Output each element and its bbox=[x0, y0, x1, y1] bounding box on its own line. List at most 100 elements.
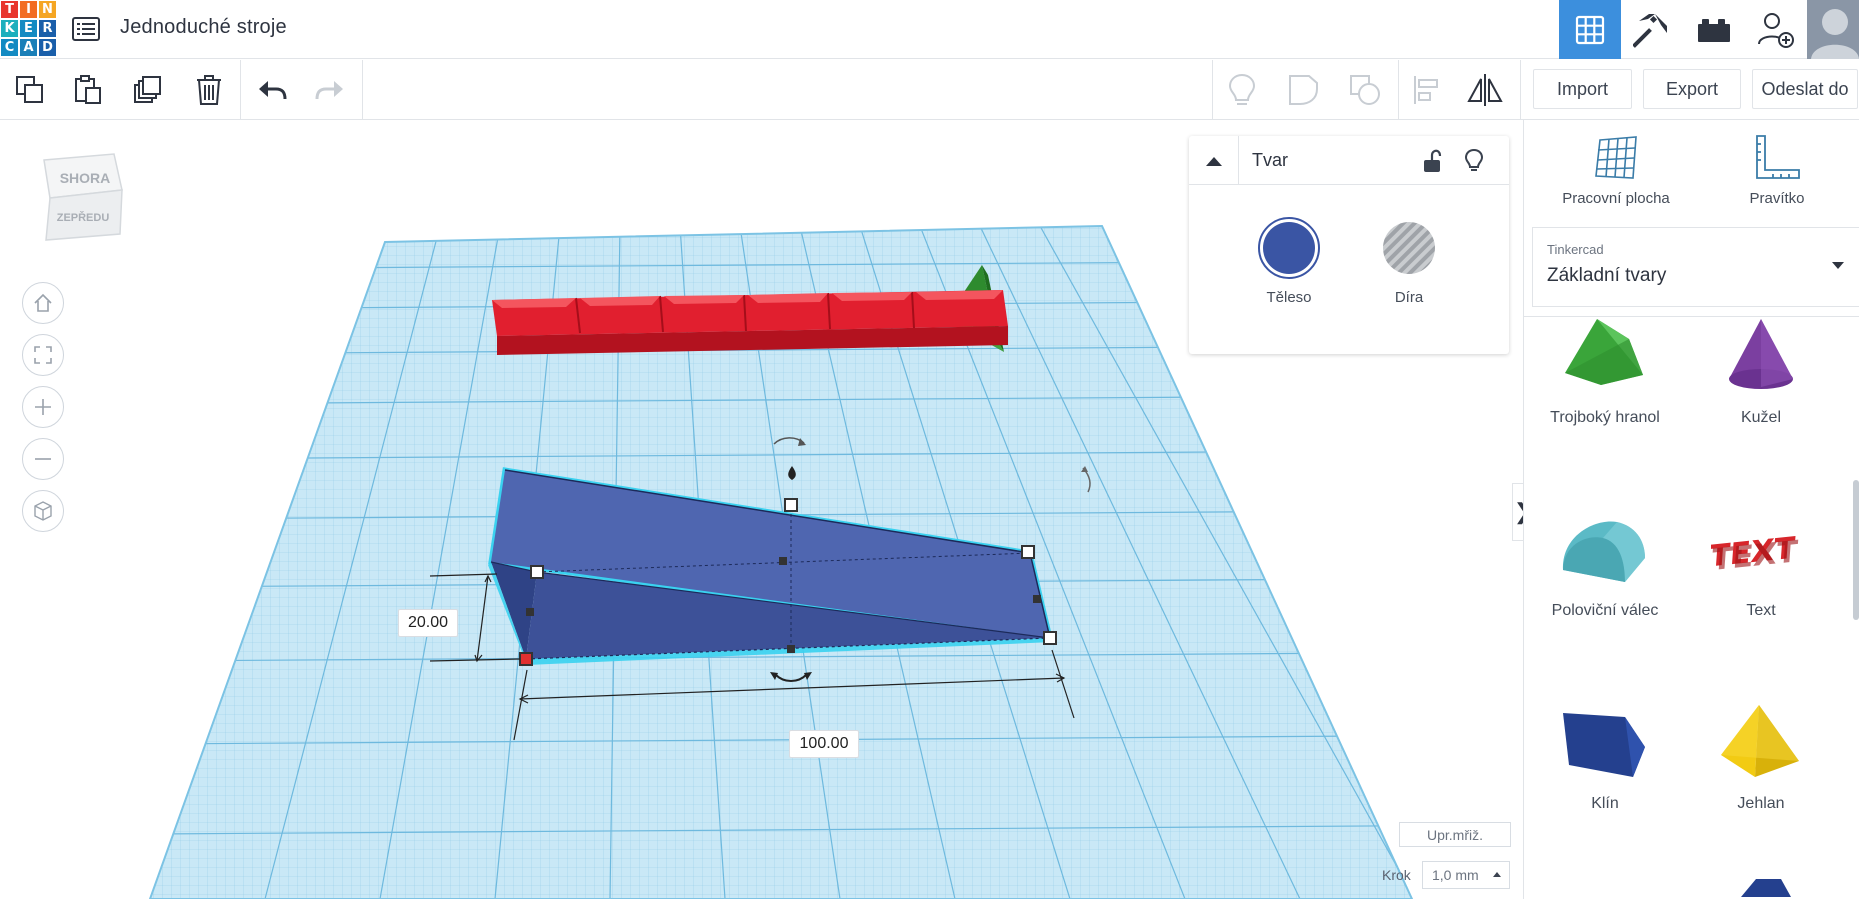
lock-button[interactable] bbox=[1419, 148, 1445, 174]
cone-icon bbox=[1729, 319, 1793, 389]
workplane-tool[interactable]: Pracovní plocha bbox=[1541, 134, 1691, 230]
shape-triangular-prism[interactable]: Trojboký hranol bbox=[1530, 317, 1680, 467]
view-cube[interactable]: SHORA ZEPŘEDU bbox=[38, 150, 124, 250]
copy-icon bbox=[16, 76, 43, 103]
paste-icon bbox=[75, 75, 101, 104]
fit-view-button[interactable] bbox=[22, 334, 64, 376]
length-dimension-input[interactable]: 100.00 bbox=[789, 730, 859, 758]
tinkercad-logo[interactable]: T I N K E R C A D bbox=[0, 0, 57, 57]
hole-swatch[interactable] bbox=[1378, 217, 1440, 279]
group-icon bbox=[1289, 75, 1318, 105]
duplicate-icon bbox=[134, 76, 161, 103]
solid-color-swatch[interactable] bbox=[1258, 217, 1320, 279]
workplane-tool-label: Pracovní plocha bbox=[1562, 190, 1670, 207]
mirror-icon bbox=[1467, 74, 1503, 106]
shape-text[interactable]: TEXT TEXT Text bbox=[1686, 510, 1836, 660]
snap-step-value: 1,0 mm bbox=[1432, 867, 1479, 883]
send-to-button[interactable]: Odeslat do bbox=[1752, 69, 1858, 109]
logo-letter: C bbox=[0, 38, 19, 57]
ungroup-icon bbox=[1350, 75, 1380, 105]
toolbar-divider bbox=[1520, 60, 1521, 119]
shape-half-cylinder[interactable]: Poloviční válec bbox=[1530, 510, 1680, 660]
edit-grid-button[interactable]: Upr.mřiž. bbox=[1399, 822, 1511, 847]
visibility-button[interactable] bbox=[1461, 148, 1487, 174]
mirror-button[interactable] bbox=[1465, 70, 1505, 110]
half-cylinder-icon bbox=[1562, 521, 1645, 582]
chevron-up-icon bbox=[1205, 156, 1222, 166]
shape-label: Trojboký hranol bbox=[1550, 409, 1660, 426]
view-cube-front-face[interactable]: ZEPŘEDU bbox=[46, 212, 120, 224]
export-button[interactable]: Export bbox=[1643, 69, 1741, 109]
ungroup-button[interactable] bbox=[1345, 70, 1385, 110]
caret-down-icon bbox=[1832, 262, 1844, 269]
logo-letter: I bbox=[19, 0, 38, 19]
invite-user-button[interactable] bbox=[1745, 0, 1807, 59]
toolbar-divider bbox=[1212, 60, 1213, 119]
logo-letter: N bbox=[38, 0, 57, 19]
copy-button[interactable] bbox=[10, 70, 50, 110]
view-cube-top-face[interactable]: SHORA bbox=[50, 170, 120, 186]
zoom-in-icon bbox=[35, 399, 51, 415]
perspective-icon bbox=[34, 501, 52, 521]
redo-icon bbox=[315, 81, 343, 100]
shape-label: Jehlan bbox=[1737, 795, 1785, 812]
shape-cone[interactable]: Kužel bbox=[1686, 317, 1836, 467]
logo-letter: A bbox=[19, 38, 38, 57]
inspector-header: Tvar bbox=[1189, 136, 1509, 185]
zoom-out-button[interactable] bbox=[22, 438, 64, 480]
align-button[interactable] bbox=[1407, 70, 1447, 110]
pyramid-icon bbox=[1721, 705, 1799, 777]
perspective-button[interactable] bbox=[22, 490, 64, 532]
add-user-icon bbox=[1758, 12, 1794, 48]
shape-label: Poloviční válec bbox=[1551, 602, 1659, 619]
library-name: Základní tvary bbox=[1547, 265, 1667, 286]
logo-letter: T bbox=[0, 0, 19, 19]
design-list-icon[interactable] bbox=[70, 13, 102, 45]
shape-wedge[interactable]: Klín bbox=[1530, 703, 1680, 853]
caret-up-icon bbox=[1493, 872, 1501, 877]
fit-view-icon bbox=[34, 346, 52, 364]
height-dimension-input[interactable]: 20.00 bbox=[398, 609, 458, 637]
bricks-view-button[interactable] bbox=[1683, 0, 1745, 59]
solid-label: Těleso bbox=[1266, 289, 1312, 306]
blocks-view-button[interactable] bbox=[1621, 0, 1683, 59]
unlock-icon bbox=[1424, 149, 1442, 172]
zoom-out-icon bbox=[35, 458, 51, 460]
group-button[interactable] bbox=[1284, 70, 1324, 110]
paste-button[interactable] bbox=[68, 70, 108, 110]
text-3d-icon: TEXT TEXT bbox=[1711, 531, 1799, 578]
shape-partial[interactable] bbox=[1686, 877, 1836, 899]
avatar[interactable] bbox=[1807, 0, 1859, 59]
shape-inspector: Tvar Těleso Díra bbox=[1189, 136, 1509, 354]
show-all-button[interactable] bbox=[1222, 70, 1262, 110]
logo-letter: D bbox=[38, 38, 57, 57]
workplane-icon bbox=[1595, 136, 1637, 179]
design-title[interactable]: Jednoduché stroje bbox=[120, 16, 287, 39]
shape-library-dropdown[interactable]: Tinkercad Základní tvary bbox=[1532, 227, 1859, 307]
wedge-icon bbox=[1563, 713, 1645, 777]
undo-icon bbox=[259, 81, 287, 100]
red-blocks-shape[interactable] bbox=[492, 290, 1008, 355]
redo-button[interactable] bbox=[310, 70, 350, 110]
duplicate-button[interactable] bbox=[128, 70, 168, 110]
align-icon bbox=[1414, 76, 1438, 104]
undo-button[interactable] bbox=[252, 70, 292, 110]
toolbar-divider bbox=[1398, 60, 1399, 119]
toolbar-divider bbox=[240, 60, 241, 119]
shape-pyramid[interactable]: Jehlan bbox=[1686, 703, 1836, 853]
brick-icon bbox=[1698, 18, 1730, 42]
home-view-button[interactable] bbox=[22, 282, 64, 324]
hole-label: Díra bbox=[1394, 289, 1424, 306]
triangular-prism-icon bbox=[1565, 319, 1643, 385]
snap-step-label: Krok bbox=[1382, 867, 1411, 883]
shape-label: Klín bbox=[1591, 795, 1619, 812]
zoom-in-button[interactable] bbox=[22, 386, 64, 428]
3d-design-view-button[interactable] bbox=[1559, 0, 1621, 59]
inspector-collapse-button[interactable] bbox=[1189, 136, 1239, 185]
delete-button[interactable] bbox=[189, 70, 229, 110]
grid-icon bbox=[1575, 15, 1605, 44]
snap-step-select[interactable]: 1,0 mm bbox=[1422, 861, 1510, 889]
import-button[interactable]: Import bbox=[1533, 69, 1632, 109]
ruler-tool[interactable]: Pravítko bbox=[1702, 134, 1852, 230]
panel-scrollbar[interactable] bbox=[1853, 480, 1859, 620]
